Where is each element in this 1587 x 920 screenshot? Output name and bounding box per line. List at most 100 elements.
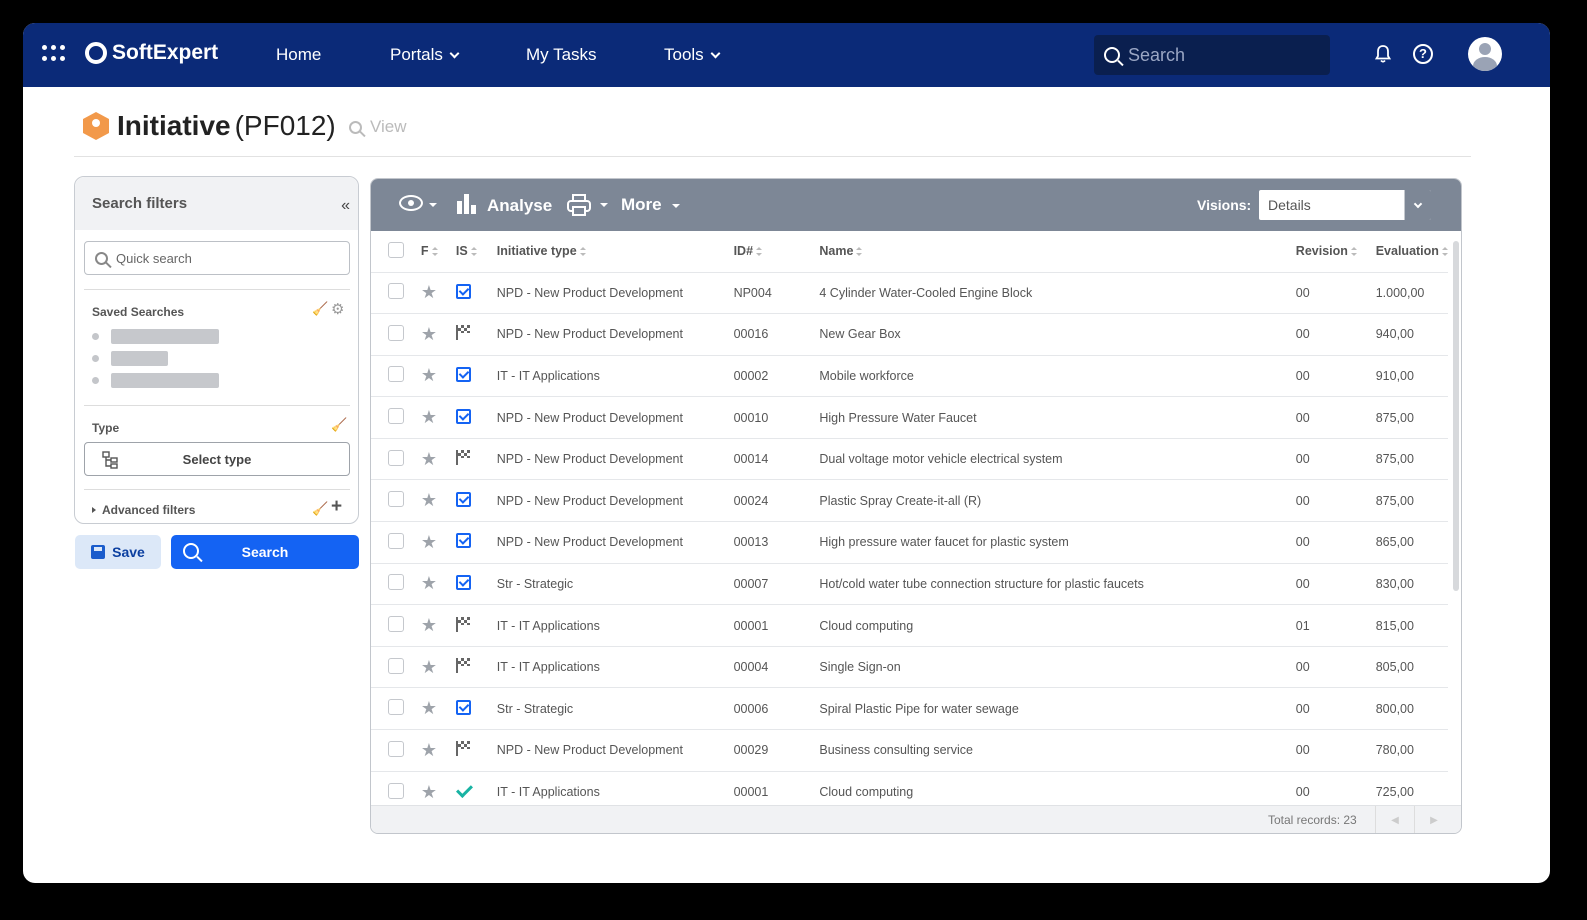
table-row[interactable]: ★ NPD - New Product Development 00016 New G… <box>371 313 1448 356</box>
column-header-name[interactable]: Name <box>819 231 1295 272</box>
next-page-button[interactable]: ▶ <box>1414 806 1453 833</box>
table-row[interactable]: ★ NPD - New Product Development 00013 High … <box>371 521 1448 564</box>
help-icon[interactable]: ? <box>1413 44 1433 64</box>
column-header-f[interactable]: F <box>421 231 456 272</box>
eye-icon[interactable] <box>399 195 423 211</box>
saved-search-item[interactable] <box>92 329 219 344</box>
row-checkbox[interactable] <box>388 657 404 674</box>
checkbox-check-icon <box>455 699 471 715</box>
save-button[interactable]: Save <box>75 535 161 569</box>
chevron-down-icon[interactable] <box>1404 190 1431 220</box>
star-icon[interactable]: ★ <box>421 615 437 635</box>
favorite-cell: ★ <box>420 729 456 772</box>
table-row[interactable]: ★ IT - IT Applications 00002 Mobile workfor… <box>371 354 1448 397</box>
row-checkbox[interactable] <box>388 366 404 383</box>
clear-saved-searches-icon[interactable]: 🧹 <box>312 301 328 317</box>
row-checkbox[interactable] <box>388 408 404 425</box>
previous-page-button[interactable]: ◀ <box>1375 806 1414 833</box>
row-checkbox[interactable] <box>388 699 404 716</box>
column-header-initiative-type[interactable]: Initiative type <box>497 231 734 272</box>
table-row[interactable]: ★ NPD - New Product Development 00029 Busin… <box>371 729 1448 772</box>
advanced-filters-toggle[interactable]: Advanced filters <box>92 503 195 517</box>
saved-search-item[interactable] <box>92 351 168 366</box>
nav-tools[interactable]: Tools <box>664 45 721 65</box>
column-header-revision[interactable]: Revision <box>1296 231 1376 272</box>
nav-portals[interactable]: Portals <box>390 45 460 65</box>
grid-toolbar: Analyse More Visions: Details <box>371 179 1461 231</box>
checkbox-check-icon <box>455 491 471 507</box>
table-row[interactable]: ★ Str - Strategic 00007 Hot/cold water tube… <box>371 562 1448 605</box>
saved-searches-label: Saved Searches <box>92 305 185 319</box>
row-checkbox[interactable] <box>388 574 404 591</box>
star-icon[interactable]: ★ <box>421 282 437 302</box>
quick-search-input[interactable] <box>116 250 316 266</box>
clear-type-icon[interactable]: 🧹 <box>331 417 347 433</box>
table-row[interactable]: ★ Str - Strategic 00006 Spiral Plastic Pipe… <box>371 687 1448 730</box>
row-checkbox[interactable] <box>388 616 404 633</box>
star-icon[interactable]: ★ <box>421 782 437 802</box>
revision-cell: 00 <box>1295 354 1376 397</box>
caret-down-icon[interactable] <box>600 203 608 207</box>
row-checkbox[interactable] <box>388 491 404 508</box>
more-button[interactable]: More <box>621 195 662 215</box>
vertical-scrollbar[interactable] <box>1453 241 1459 591</box>
row-checkbox[interactable] <box>388 324 404 341</box>
app-launcher-icon[interactable] <box>42 45 66 63</box>
star-icon[interactable]: ★ <box>421 449 437 469</box>
favorite-cell: ★ <box>420 521 456 564</box>
row-checkbox[interactable] <box>388 740 404 757</box>
row-checkbox[interactable] <box>388 782 404 799</box>
table-row[interactable]: ★ NPD - New Product Development 00010 High … <box>371 396 1448 439</box>
bar-chart-icon[interactable] <box>457 194 479 214</box>
select-all-checkbox[interactable] <box>388 241 404 258</box>
column-header-id[interactable]: ID# <box>734 231 820 272</box>
star-icon[interactable]: ★ <box>421 573 437 593</box>
brand-logo[interactable]: SoftExpert <box>85 41 218 65</box>
caret-down-icon[interactable] <box>672 204 680 208</box>
search-icon <box>1104 47 1120 63</box>
user-avatar[interactable] <box>1468 37 1502 71</box>
star-icon[interactable]: ★ <box>421 532 437 552</box>
star-icon[interactable]: ★ <box>421 324 437 344</box>
row-select-cell <box>371 313 421 356</box>
table-row[interactable]: ★ IT - IT Applications 00004 Single Sign-on… <box>371 645 1448 688</box>
nav-my-tasks[interactable]: My Tasks <box>526 45 597 65</box>
star-icon[interactable]: ★ <box>421 365 437 385</box>
visions-select[interactable]: Details <box>1259 190 1431 220</box>
row-checkbox[interactable] <box>388 449 404 466</box>
star-icon[interactable]: ★ <box>421 740 437 760</box>
saved-search-item[interactable] <box>92 373 219 388</box>
table-row[interactable]: ★ NPD - New Product Development 00014 Dual … <box>371 437 1448 480</box>
status-cell <box>455 687 497 730</box>
row-checkbox[interactable] <box>388 283 404 300</box>
revision-cell: 00 <box>1295 313 1376 356</box>
row-select-cell <box>371 396 421 439</box>
sort-icon <box>1350 247 1357 257</box>
nav-home[interactable]: Home <box>276 45 321 65</box>
star-icon[interactable]: ★ <box>421 407 437 427</box>
table-row[interactable]: ★ IT - IT Applications 00001 Cloud computin… <box>371 604 1448 647</box>
analyse-button[interactable]: Analyse <box>487 196 552 216</box>
collapse-panel-icon[interactable]: « <box>341 197 350 215</box>
select-type-button[interactable]: Select type <box>84 442 350 476</box>
search-icon <box>95 251 108 265</box>
name-cell: Plastic Spray Create-it-all (R) <box>819 479 1296 522</box>
search-button[interactable]: Search <box>171 535 359 569</box>
plus-icon[interactable]: + <box>331 496 342 518</box>
column-header-is[interactable]: IS <box>456 231 497 272</box>
bell-icon[interactable] <box>1375 44 1391 64</box>
table-row[interactable]: ★ NPD - New Product Development 00024 Plast… <box>371 479 1448 522</box>
table-row[interactable]: ★ NPD - New Product Development NP004 4 Cyl… <box>371 271 1448 314</box>
gear-icon[interactable]: ⚙ <box>331 300 344 318</box>
column-header-evaluation[interactable]: Evaluation <box>1376 231 1448 272</box>
star-icon[interactable]: ★ <box>421 657 437 677</box>
view-link[interactable]: View <box>349 117 407 137</box>
initiative-type-cell: NPD - New Product Development <box>496 479 734 522</box>
star-icon[interactable]: ★ <box>421 698 437 718</box>
printer-icon[interactable] <box>566 193 592 217</box>
star-icon[interactable]: ★ <box>421 490 437 510</box>
row-checkbox[interactable] <box>388 532 404 549</box>
clear-advanced-icon[interactable]: 🧹 <box>312 501 328 517</box>
global-search-input[interactable] <box>1128 44 1308 66</box>
caret-down-icon[interactable] <box>429 203 437 207</box>
